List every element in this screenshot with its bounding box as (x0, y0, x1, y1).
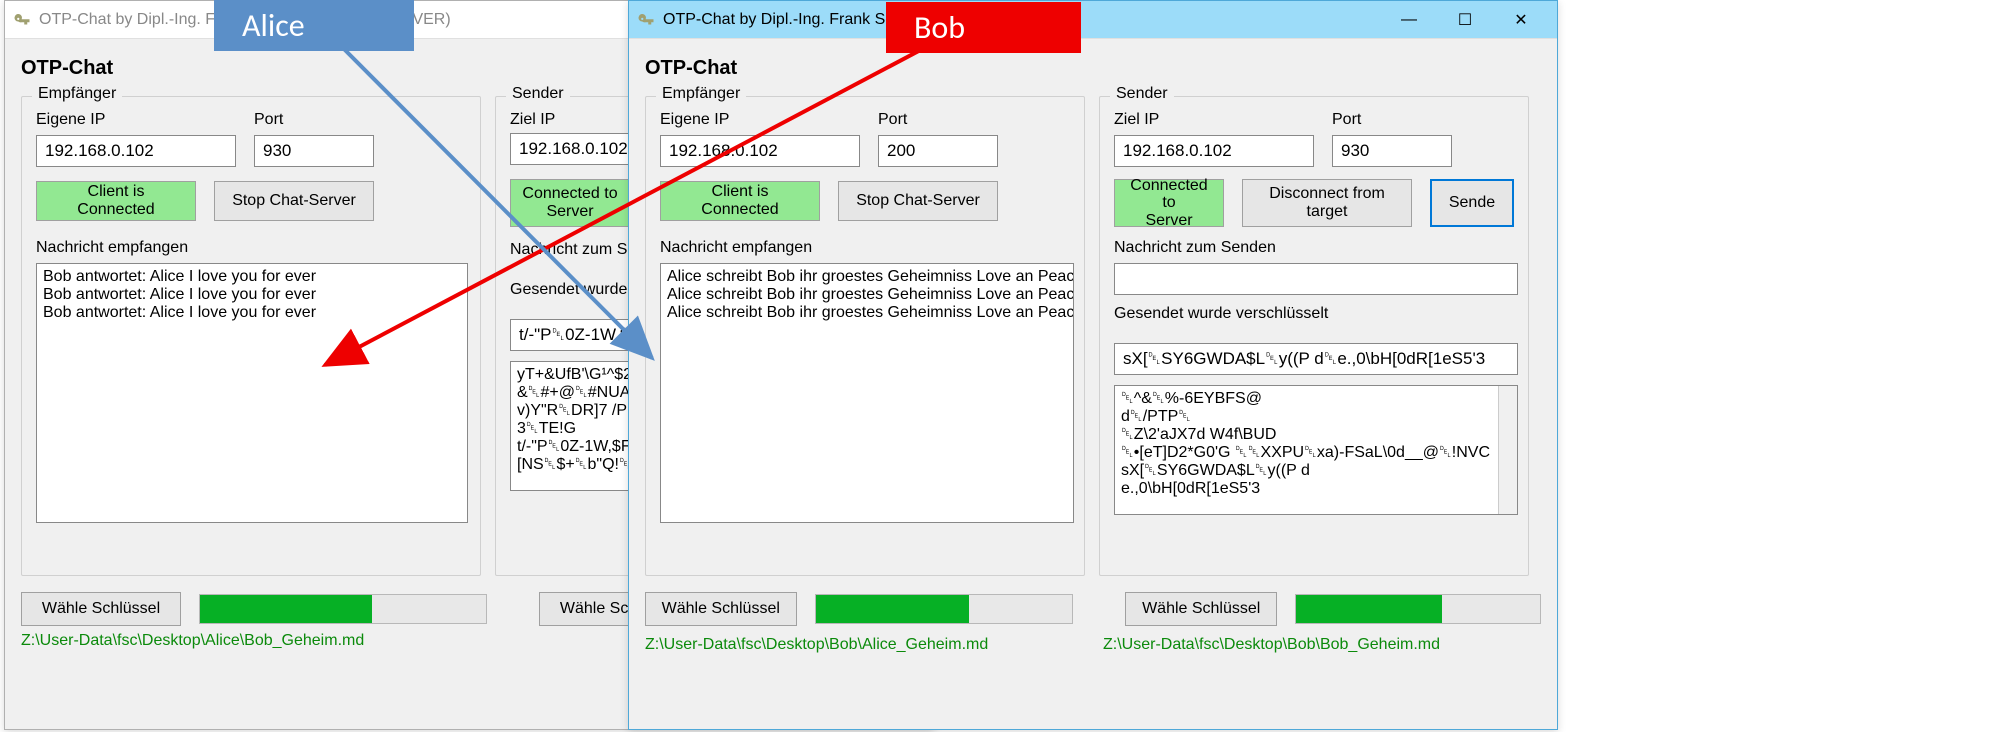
sender-group-bob: Sender Ziel IP Port Connected to Server … (1099, 96, 1529, 576)
target-ip-input[interactable] (1114, 135, 1314, 167)
key-icon (637, 11, 655, 29)
key-path-right: Z:\User-Data\fsc\Desktop\Bob\Bob_Geheim.… (1103, 636, 1440, 654)
send-input[interactable] (1114, 263, 1518, 295)
received-textarea[interactable] (36, 263, 468, 523)
send-button[interactable]: Sende (1430, 179, 1514, 227)
received-label: Nachricht empfangen (660, 239, 1070, 257)
sender-legend: Sender (1110, 85, 1174, 103)
stop-server-button[interactable]: Stop Chat-Server (838, 181, 998, 221)
minimize-button[interactable]: — (1381, 1, 1437, 39)
connected-to-server-button[interactable]: Connected to Server (510, 179, 630, 227)
key-path-left: Z:\User-Data\fsc\Desktop\Bob\Alice_Gehei… (645, 636, 1085, 654)
key-icon (13, 11, 31, 29)
disconnect-button[interactable]: Disconnect from target (1242, 179, 1412, 227)
port-label: Port (254, 111, 374, 129)
connected-to-server-button[interactable]: Connected to Server (1114, 179, 1224, 227)
own-ip-input[interactable] (660, 135, 860, 167)
window-controls: — ☐ ✕ (1381, 1, 1549, 39)
send-label: Nachricht zum Senden (1114, 239, 1514, 257)
choose-key-button-left[interactable]: Wähle Schlüssel (645, 592, 797, 626)
client-connected-button[interactable]: Client is Connected (36, 181, 196, 221)
sender-port-label: Port (1332, 111, 1452, 129)
progress-bar-left (815, 594, 1073, 624)
progress-bar-right (1295, 594, 1541, 624)
own-ip-label: Eigene IP (660, 111, 860, 129)
own-ip-label: Eigene IP (36, 111, 236, 129)
sender-port-input[interactable] (1332, 135, 1452, 167)
app-title: OTP-Chat (645, 57, 1541, 80)
target-ip-label: Ziel IP (1114, 111, 1314, 129)
encrypted-history-box[interactable]: ␡^&␡%-6EYBFS@ d␡/PTP␡ ␡Z\2'aJX7d W4f\BUD… (1114, 385, 1518, 515)
choose-key-button-right[interactable]: Wähle Schlüssel (1125, 592, 1277, 626)
title-bar-bob[interactable]: OTP-Chat by Dipl.-Ing. Frank Schmidt (Pr… (629, 1, 1557, 39)
own-ip-input[interactable] (36, 135, 236, 167)
annotation-bob-label: Bob (886, 2, 1081, 53)
receiver-group-bob: Empfänger Eigene IP Port Client is Conne… (645, 96, 1085, 576)
receiver-legend: Empfänger (656, 85, 746, 103)
progress-bar-left (199, 594, 487, 624)
received-textarea[interactable] (660, 263, 1074, 523)
close-button[interactable]: ✕ (1493, 1, 1549, 39)
annotation-alice-label: Alice (214, 0, 414, 51)
port-input[interactable] (878, 135, 998, 167)
receiver-group-alice: Empfänger Eigene IP Port Client is Conne… (21, 96, 481, 576)
encrypted-current-input[interactable] (1114, 343, 1518, 375)
window-bob: OTP-Chat by Dipl.-Ing. Frank Schmidt (Pr… (628, 0, 1558, 730)
choose-key-button-left[interactable]: Wähle Schlüssel (21, 592, 181, 626)
receiver-legend: Empfänger (32, 85, 122, 103)
port-input[interactable] (254, 135, 374, 167)
maximize-button[interactable]: ☐ (1437, 1, 1493, 39)
sender-legend: Sender (506, 85, 570, 103)
encrypted-sent-label: Gesendet wurde verschlüsselt (1114, 305, 1514, 323)
stop-server-button[interactable]: Stop Chat-Server (214, 181, 374, 221)
received-label: Nachricht empfangen (36, 239, 466, 257)
port-label: Port (878, 111, 998, 129)
client-connected-button[interactable]: Client is Connected (660, 181, 820, 221)
